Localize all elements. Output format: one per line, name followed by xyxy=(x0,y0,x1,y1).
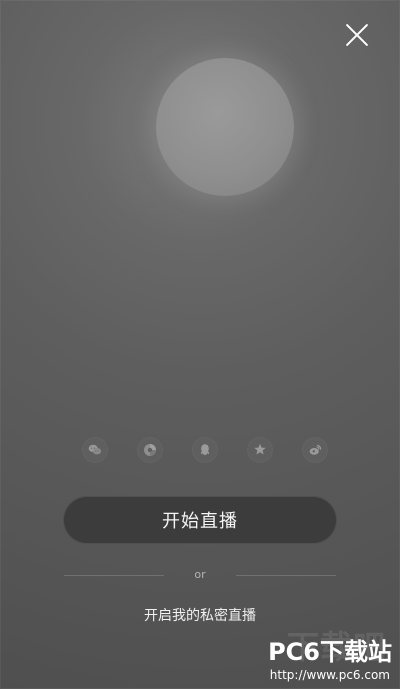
moments-icon xyxy=(144,444,156,456)
weibo-share-button[interactable] xyxy=(302,437,328,463)
private-live-label: 开启我的私密直播 xyxy=(144,608,256,624)
start-live-button[interactable]: 开始直播 xyxy=(63,496,337,544)
divider-right xyxy=(236,575,336,576)
moments-share-button[interactable] xyxy=(137,437,163,463)
watermark-url-text: http://www.pc6.com xyxy=(269,668,390,682)
divider-or-text: or xyxy=(194,568,206,581)
weibo-icon xyxy=(309,444,322,455)
qzone-icon xyxy=(254,443,266,455)
watermark-shadow-text: 下载吧 xyxy=(286,628,386,666)
qzone-share-button[interactable] xyxy=(247,437,273,463)
wechat-share-button[interactable] xyxy=(82,437,108,463)
qq-icon xyxy=(200,444,210,456)
watermark-brand-text: PC6下载站 xyxy=(268,638,392,666)
qq-share-button[interactable] xyxy=(192,437,218,463)
wechat-icon xyxy=(88,444,102,455)
divider-left xyxy=(64,575,164,576)
live-start-screen: 开始直播 or 开启我的私密直播 下载吧 PC6下载站 http://www.p… xyxy=(0,0,400,689)
private-live-link[interactable]: 开启我的私密直播 xyxy=(132,605,268,625)
start-live-label: 开始直播 xyxy=(162,511,238,532)
close-button[interactable] xyxy=(340,18,374,52)
share-options xyxy=(82,437,328,463)
avatar xyxy=(156,58,294,196)
